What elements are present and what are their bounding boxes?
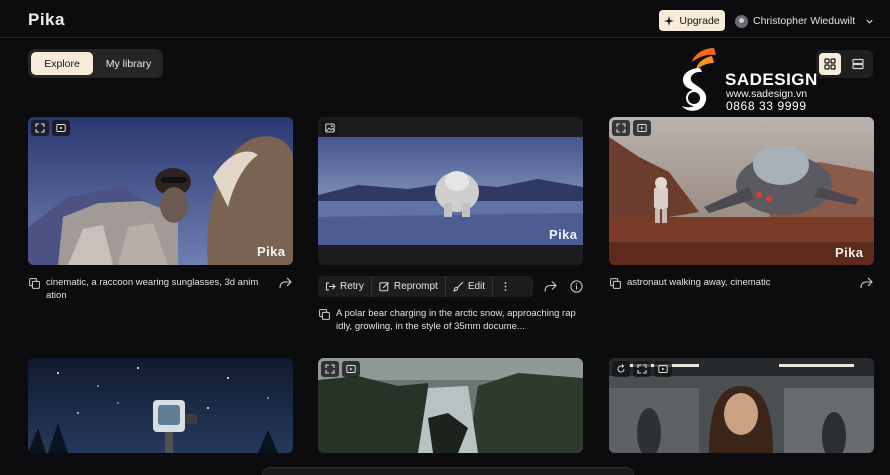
expand-icon	[35, 123, 45, 133]
pika-logo[interactable]: Pika	[28, 10, 65, 30]
chevron-down-icon	[866, 19, 873, 24]
tab-explore[interactable]: Explore	[31, 52, 93, 75]
info-icon[interactable]	[570, 280, 583, 293]
expand-icon	[637, 364, 647, 374]
image-button[interactable]	[321, 120, 339, 136]
more-options-button[interactable]	[493, 276, 518, 297]
prompt-bar[interactable]	[262, 467, 634, 475]
retry-label: Retry	[340, 281, 364, 292]
caption-line: A polar bear charging in the arctic snow…	[336, 308, 576, 319]
video-card-subway-girl[interactable]	[609, 358, 874, 453]
pika-watermark: Pika	[549, 227, 578, 242]
copy-prompt-icon[interactable]	[319, 309, 330, 320]
expand-button[interactable]	[31, 120, 49, 136]
play-button[interactable]	[342, 361, 360, 377]
polar-bear-thumbnail	[318, 117, 583, 265]
prompt-caption: cinematic, a raccoon wearing sunglasses,…	[46, 276, 271, 302]
copy-prompt-icon[interactable]	[610, 278, 621, 289]
list-icon	[852, 58, 864, 70]
sparkle-icon	[664, 15, 675, 26]
expand-button[interactable]	[633, 361, 651, 377]
edit-button[interactable]: Edit	[446, 276, 494, 297]
more-vertical-icon	[504, 282, 507, 291]
robot-night-thumbnail	[28, 358, 293, 453]
expand-icon	[616, 123, 626, 133]
upgrade-button[interactable]: Upgrade	[659, 10, 725, 31]
reprompt-label: Reprompt	[393, 281, 438, 292]
watermark-brand: SADESIGN	[725, 70, 818, 89]
expand-icon	[325, 364, 335, 374]
sadesign-watermark: SADESIGN www.sadesign.vn 0868 33 9999	[670, 42, 830, 118]
astronaut-thumbnail	[609, 117, 874, 265]
brush-icon	[453, 281, 464, 292]
play-button[interactable]	[654, 361, 672, 377]
card-action-bar: Retry Reprompt Edit	[318, 276, 533, 297]
caption-line: ation	[46, 290, 67, 301]
copy-prompt-icon[interactable]	[29, 278, 40, 289]
image-icon	[325, 123, 335, 133]
expand-button[interactable]	[612, 120, 630, 136]
user-name: Christopher Wieduwilt	[753, 15, 856, 27]
raccoon-thumbnail	[28, 117, 293, 265]
video-card-polar-bear[interactable]: Pika	[318, 117, 583, 265]
video-card-astronaut[interactable]: Pika	[609, 117, 874, 265]
edit-label: Edit	[467, 281, 486, 292]
pika-watermark: Pika	[257, 244, 286, 259]
video-icon	[346, 365, 356, 373]
retry-button[interactable]: Retry	[318, 276, 372, 297]
caption-line: idly, growling, in the style of 35mm doc…	[336, 321, 525, 332]
video-card-fjord[interactable]	[318, 358, 583, 453]
caption-line: astronaut walking away, cinematic	[627, 277, 771, 288]
rotate-button[interactable]	[612, 361, 630, 377]
user-menu[interactable]: Christopher Wieduwilt	[735, 13, 874, 29]
share-icon[interactable]	[860, 277, 873, 289]
share-icon[interactable]	[279, 277, 292, 289]
sadesign-logo-icon	[682, 48, 716, 111]
video-icon	[658, 365, 668, 373]
explore-library-tabs: Explore My library	[28, 49, 163, 78]
video-card-robot-night[interactable]	[28, 358, 293, 453]
prompt-caption: astronaut walking away, cinematic	[627, 276, 847, 289]
expand-button[interactable]	[321, 361, 339, 377]
video-card-raccoon[interactable]: Pika	[28, 117, 293, 265]
share-icon[interactable]	[544, 280, 557, 293]
top-header: Pika Upgrade Christopher Wieduwilt	[0, 0, 890, 38]
watermark-phone: 0868 33 9999	[726, 99, 807, 113]
list-view-button[interactable]	[847, 53, 869, 75]
upgrade-label: Upgrade	[679, 14, 720, 27]
caption-line: cinematic, a raccoon wearing sunglasses,…	[46, 277, 259, 288]
reprompt-button[interactable]: Reprompt	[372, 276, 446, 297]
video-icon	[637, 124, 647, 132]
retry-icon	[326, 282, 336, 291]
play-button[interactable]	[633, 120, 651, 136]
play-button[interactable]	[52, 120, 70, 136]
tab-my-library[interactable]: My library	[97, 52, 160, 75]
avatar	[735, 14, 748, 28]
prompt-caption: A polar bear charging in the arctic snow…	[336, 307, 586, 333]
edit-prompt-icon	[379, 282, 389, 292]
pika-watermark: Pika	[835, 245, 864, 260]
rotate-icon	[617, 364, 625, 373]
video-icon	[56, 124, 66, 132]
